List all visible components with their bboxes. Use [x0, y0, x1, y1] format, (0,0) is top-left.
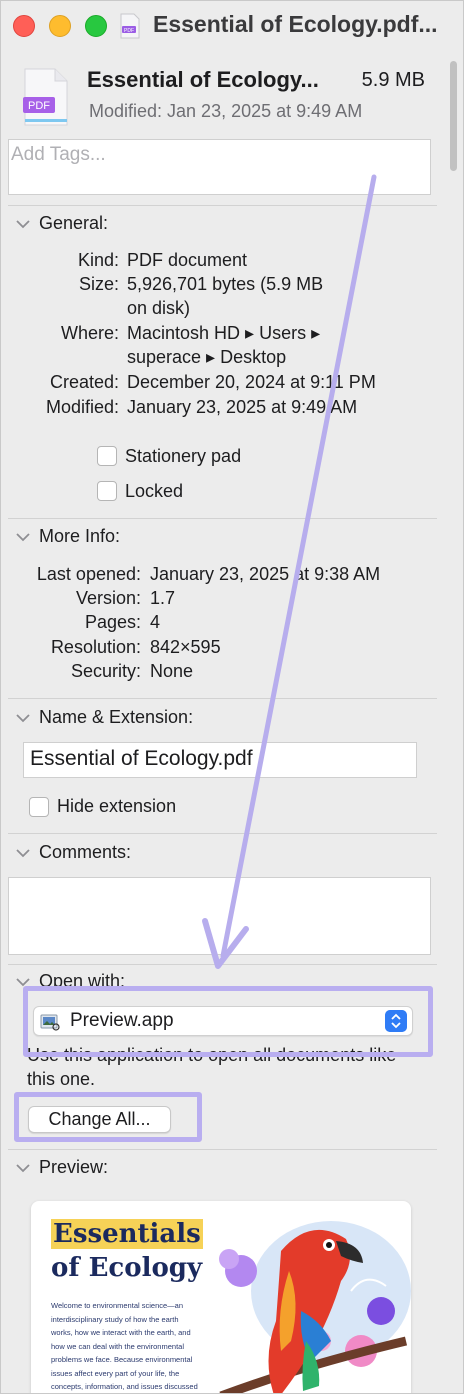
locked-checkbox[interactable] [97, 481, 117, 501]
size-value-cont: on disk) [127, 298, 191, 318]
chevron-down-icon [16, 219, 30, 228]
svg-text:PDF: PDF [124, 28, 134, 34]
size-label: Size: [78, 274, 119, 294]
chevron-down-icon [16, 1163, 30, 1172]
section-more-info-toggle[interactable]: More Info: [15, 526, 120, 547]
stationery-pad-label: Stationery pad [125, 446, 242, 466]
security-label: Security: [70, 661, 141, 681]
pdf-file-icon: PDF [23, 68, 68, 126]
divider [8, 833, 437, 834]
version-label: Version: [75, 588, 141, 608]
divider [8, 518, 437, 519]
stationery-pad-checkbox[interactable] [97, 446, 117, 466]
section-title: More Info: [39, 526, 121, 546]
where-label: Where: [60, 323, 119, 343]
document-preview: Essentials of Ecology Welcome to environ… [31, 1201, 411, 1393]
section-title: Name & Extension: [39, 707, 194, 727]
svg-text:PDF: PDF [28, 100, 50, 112]
last-opened-label: Last opened: [36, 564, 141, 584]
section-title: Comments: [39, 842, 132, 862]
tags-field[interactable]: Add Tags... [8, 139, 431, 195]
divider [8, 205, 437, 206]
kind-label: Kind: [77, 250, 119, 270]
security-value: None [150, 661, 194, 681]
window-title: Essential of Ecology.pdf... [153, 11, 438, 37]
zoom-window-button[interactable] [85, 15, 107, 37]
version-value: 1.7 [150, 588, 176, 608]
where-value-cont: superace ▸ Desktop [127, 347, 287, 367]
file-modified-date: Modified: Jan 23, 2025 at 9:49 AM [89, 101, 363, 121]
divider [8, 698, 437, 699]
title-bar: PDF Essential of Ecology.pdf... [1, 1, 463, 51]
highlight-change-all [14, 1092, 202, 1142]
section-title: General: [39, 213, 109, 233]
close-window-button[interactable] [13, 15, 35, 37]
minimize-window-button[interactable] [49, 15, 71, 37]
highlight-open-with [23, 986, 433, 1057]
divider [8, 964, 437, 965]
section-preview-toggle[interactable]: Preview: [15, 1157, 108, 1178]
section-comments-toggle[interactable]: Comments: [15, 842, 131, 863]
preview-body-text: Welcome to environmental science—an inte… [51, 1301, 198, 1391]
section-title: Preview: [39, 1157, 109, 1177]
resolution-label: Resolution: [50, 637, 141, 657]
locked-label: Locked [125, 481, 184, 501]
hide-extension-checkbox[interactable] [29, 797, 49, 817]
resolution-value: 842×595 [150, 637, 221, 657]
section-name-extension-toggle[interactable]: Name & Extension: [15, 707, 193, 728]
file-size: 5.9 MB [361, 69, 425, 91]
comments-textarea[interactable] [8, 877, 431, 955]
chevron-down-icon [16, 532, 30, 541]
file-name: Essential of Ecology... [87, 67, 319, 92]
hide-extension-label: Hide extension [57, 796, 177, 816]
pages-label: Pages: [84, 612, 141, 632]
get-info-window: PDF Essential of Ecology.pdf... PDF Esse… [0, 0, 464, 1394]
divider [8, 1149, 437, 1150]
size-value: 5,926,701 bytes (5.9 MB [127, 274, 324, 294]
preview-title-line-2: of Ecology [51, 1253, 203, 1283]
scrollbar[interactable] [447, 53, 461, 1393]
where-value: Macintosh HD ▸ Users ▸ [127, 323, 321, 343]
created-label: Created: [49, 372, 119, 392]
chevron-down-icon [16, 848, 30, 857]
modified-label: Modified: [45, 397, 119, 417]
pdf-document-icon: PDF [120, 13, 140, 39]
kind-value: PDF document [127, 250, 248, 270]
scrollbar-thumb[interactable] [450, 61, 457, 171]
chevron-down-icon [16, 713, 30, 722]
created-value: December 20, 2024 at 9:11 PM [127, 372, 376, 392]
last-opened-value: January 23, 2025 at 9:38 AM [150, 564, 381, 584]
file-name-input[interactable]: Essential of Ecology.pdf [23, 742, 417, 778]
section-general-toggle[interactable]: General: [15, 213, 108, 234]
modified-value: January 23, 2025 at 9:49 AM [127, 397, 358, 417]
parrot-illustration [219, 1221, 411, 1393]
pages-value: 4 [150, 612, 161, 632]
